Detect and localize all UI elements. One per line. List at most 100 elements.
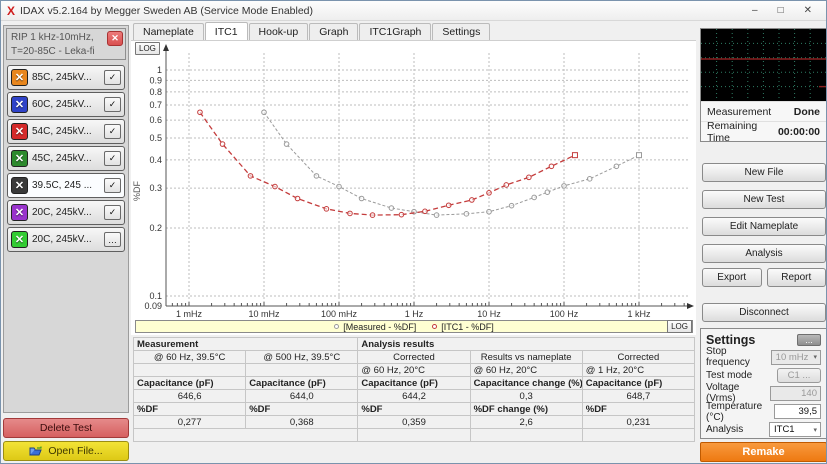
- remaining-time-row: Remaining Time 00:00:00: [701, 121, 826, 141]
- tab-bar: NameplateITC1Hook-upGraphITC1GraphSettin…: [133, 23, 490, 40]
- table-cell: @ 1 Hz, 20°C: [582, 364, 694, 377]
- minimize-button[interactable]: –: [752, 5, 758, 16]
- measured-marker-icon: [334, 324, 339, 329]
- open-file-label: Open File...: [48, 445, 102, 457]
- x-marker-icon: ✕: [11, 150, 28, 167]
- x-marker-icon: ✕: [11, 69, 28, 86]
- stop-frequency-dropdown: 10 mHz▾: [771, 350, 821, 365]
- app-logo-icon: X: [7, 5, 15, 17]
- table-cell: 2,6: [470, 416, 582, 429]
- legend-item-measured: [Measured - %DF]: [334, 322, 416, 332]
- delete-test-button[interactable]: Delete Test: [3, 418, 129, 438]
- table-section-header: Measurement: [134, 338, 358, 351]
- table-cell: @ 60 Hz, 20°C: [470, 364, 582, 377]
- table-cell: %DF: [246, 403, 358, 416]
- checkbox-checked[interactable]: ✓: [104, 205, 121, 220]
- svg-text:0.5: 0.5: [149, 133, 162, 143]
- settings-row-analysis: Analysis ITC1▾: [706, 421, 821, 439]
- checkbox-checked[interactable]: ✓: [104, 151, 121, 166]
- tab-hook-up[interactable]: Hook-up: [249, 23, 309, 40]
- svg-text:0.9: 0.9: [149, 75, 162, 85]
- svg-text:0.4: 0.4: [149, 155, 162, 165]
- tab-nameplate[interactable]: Nameplate: [133, 23, 204, 40]
- table-cell: Capacitance (pF): [246, 377, 358, 390]
- legend-measured-label: [Measured - %DF]: [343, 322, 416, 332]
- tab-itc1graph[interactable]: ITC1Graph: [359, 23, 431, 40]
- table-cell: @ 60 Hz, 39.5°C: [134, 351, 246, 364]
- test-item-label: 39.5C, 245 ...: [32, 180, 104, 191]
- table-cell: 644,2: [358, 390, 470, 403]
- value: 140: [801, 388, 817, 399]
- tab-graph[interactable]: Graph: [309, 23, 358, 40]
- new-file-button[interactable]: New File: [702, 163, 826, 182]
- test-item[interactable]: ✕45C, 245kV...✓: [7, 146, 125, 171]
- results-area: MeasurementAnalysis results@ 60 Hz, 39.5…: [131, 337, 696, 464]
- test-item[interactable]: ✕39.5C, 245 ...✓: [7, 173, 125, 198]
- measurement-status-label: Measurement: [707, 106, 771, 118]
- more-button[interactable]: …: [104, 232, 121, 247]
- new-test-button[interactable]: New Test: [702, 190, 826, 209]
- x-marker-icon: ✕: [11, 96, 28, 113]
- export-button[interactable]: Export: [702, 268, 762, 287]
- test-item[interactable]: ✕ 85C, 245kV...✓: [7, 65, 125, 90]
- maximize-button[interactable]: □: [778, 5, 784, 16]
- table-cell: [582, 429, 694, 442]
- table-cell: Capacitance change (%): [470, 377, 582, 390]
- temperature-c-input[interactable]: 39,5: [774, 404, 821, 419]
- close-button[interactable]: ✕: [804, 5, 812, 16]
- svg-text:0.8: 0.8: [149, 87, 162, 97]
- edit-nameplate-button[interactable]: Edit Nameplate: [702, 217, 826, 236]
- value: ITC1: [774, 424, 795, 435]
- test-list: ✕85C, 245kV...✓✕60C, 245kV...✓✕54C, 245k…: [4, 62, 128, 255]
- open-file-button[interactable]: Open File...: [3, 441, 129, 461]
- svg-text:100 mHz: 100 mHz: [321, 309, 358, 319]
- test-item-label: 85C, 245kV...: [32, 72, 104, 83]
- table-cell: 644,0: [246, 390, 358, 403]
- itc1-tab-panel: 10.90.80.70.60.50.40.30.20.10.091 mHz10 …: [131, 40, 696, 335]
- settings-more-button[interactable]: ...: [797, 334, 821, 346]
- x-marker-icon: ✕: [11, 123, 28, 140]
- settings-rows: Stop frequency10 mHz▾Test modeC1 ...Volt…: [706, 348, 821, 439]
- test-item[interactable]: ✕20C, 245kV...✓: [7, 200, 125, 225]
- test-item-label: 20C, 245kV...: [32, 234, 104, 245]
- test-item[interactable]: ✕20C, 245kV...…: [7, 227, 125, 252]
- settings-row-temperature-c: Temperature (°C)39,5: [706, 403, 821, 421]
- table-cell: [246, 364, 358, 377]
- measurement-status-value: Done: [794, 106, 820, 118]
- checkbox-checked[interactable]: ✓: [104, 124, 121, 139]
- title-bar: X IDAX v5.2.164 by Megger Sweden AB (Ser…: [1, 1, 826, 21]
- test-item[interactable]: ✕ 60C, 245kV...✓: [7, 92, 125, 117]
- table-cell: 0,359: [358, 416, 470, 429]
- remaining-time-label: Remaining Time: [707, 120, 778, 144]
- checkbox-checked[interactable]: ✓: [104, 70, 121, 85]
- tab-itc1[interactable]: ITC1: [205, 22, 248, 40]
- table-cell: [470, 429, 582, 442]
- test-item-label: 60C, 245kV...: [32, 99, 104, 110]
- table-cell: [358, 429, 470, 442]
- open-file-icon: [29, 446, 43, 457]
- svg-text:10 mHz: 10 mHz: [248, 309, 280, 319]
- test-mode-button: C1 ...: [777, 368, 821, 383]
- report-button[interactable]: Report: [767, 268, 827, 287]
- analysis-dropdown[interactable]: ITC1▾: [769, 422, 821, 437]
- settings-label: Analysis: [706, 424, 743, 435]
- close-test-set-icon[interactable]: ✕: [107, 31, 123, 46]
- measurement-status-row: Measurement Done: [701, 101, 826, 121]
- remake-button[interactable]: Remake: [700, 442, 827, 462]
- log-scale-button-x[interactable]: LOG: [667, 320, 692, 333]
- tab-settings[interactable]: Settings: [432, 23, 490, 40]
- voltage-vrms-input: 140: [770, 386, 821, 401]
- table-cell: %DF: [582, 403, 694, 416]
- table-cell: Results vs nameplate: [470, 351, 582, 364]
- checkbox-checked[interactable]: ✓: [104, 97, 121, 112]
- table-cell: %DF: [358, 403, 470, 416]
- svg-text:1 mHz: 1 mHz: [176, 309, 203, 319]
- table-cell: Corrected: [582, 351, 694, 364]
- test-item[interactable]: ✕54C, 245kV...✓: [7, 119, 125, 144]
- table-cell: @ 60 Hz, 20°C: [358, 364, 470, 377]
- disconnect-button[interactable]: Disconnect: [702, 303, 826, 322]
- analysis-button[interactable]: Analysis: [702, 244, 826, 263]
- action-buttons: New File New Test Edit Nameplate Analysis Ex…: [702, 163, 826, 330]
- log-scale-button-y[interactable]: LOG: [135, 42, 160, 55]
- checkbox-checked[interactable]: ✓: [104, 178, 121, 193]
